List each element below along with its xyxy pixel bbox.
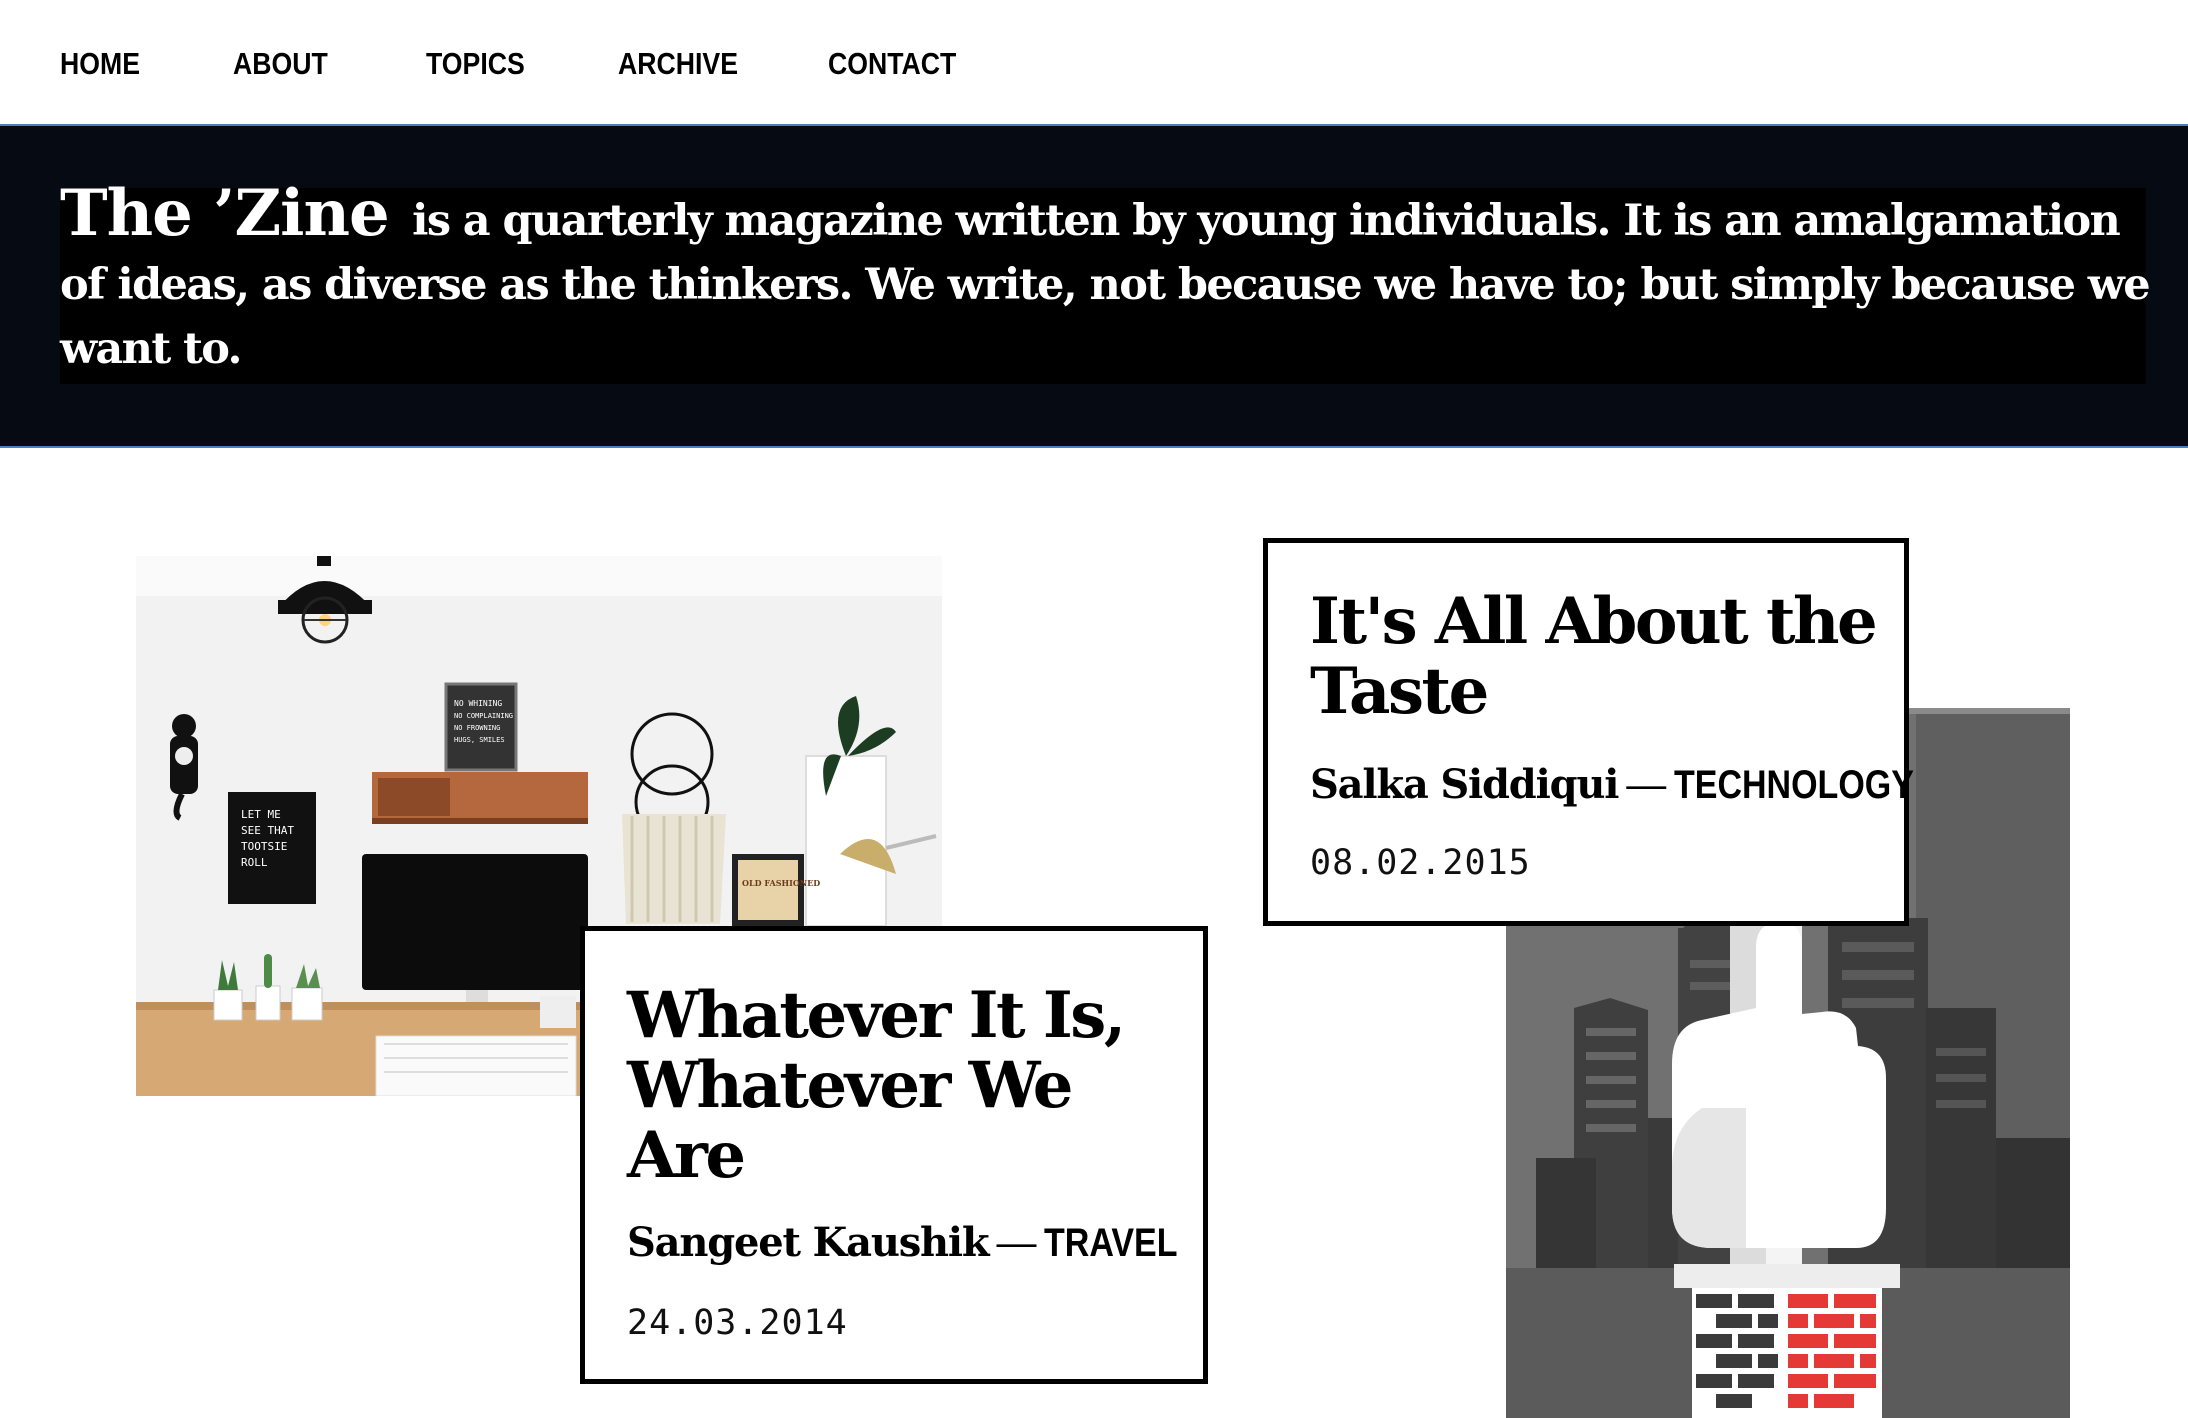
hero-banner: The ’Zine is a quarterly magazine writte… <box>0 124 2188 448</box>
byline-separator: — <box>1626 763 1667 807</box>
article-topic[interactable]: TECHNOLOGY <box>1674 761 1914 809</box>
article-author[interactable]: Salka Siddiqui <box>1310 761 1619 808</box>
article-byline: Salka Siddiqui — TECHNOLOGY <box>1310 761 1956 809</box>
svg-text:TOOTSIE: TOOTSIE <box>241 840 287 853</box>
article-title[interactable]: It's All About the Taste <box>1310 587 1890 727</box>
article-card-whatever[interactable]: Whatever It Is, Whatever We Are Sangeet … <box>580 926 1208 1384</box>
brand-name: The ’Zine <box>60 176 390 251</box>
nav-archive-link[interactable]: ARCHIVE <box>618 44 738 84</box>
svg-text:NO COMPLAINING: NO COMPLAINING <box>454 712 513 720</box>
svg-text:ROLL: ROLL <box>241 856 268 869</box>
article-card-taste[interactable]: It's All About the Taste Salka Siddiqui —… <box>1263 538 1914 926</box>
hero-intro: The ’Zine is a quarterly magazine writte… <box>60 182 2151 381</box>
nav-home-link[interactable]: HOME <box>60 44 140 84</box>
article-byline: Sangeet Kaushik — TRAVEL <box>627 1219 1201 1267</box>
svg-text:NO WHINING: NO WHINING <box>454 699 502 708</box>
byline-separator: — <box>996 1221 1037 1265</box>
article-topic[interactable]: TRAVEL <box>1044 1219 1177 1267</box>
nav-about-link[interactable]: ABOUT <box>233 44 328 84</box>
article-date: 08.02.2015 <box>1310 843 1531 883</box>
svg-text:LET ME: LET ME <box>241 808 281 821</box>
svg-text:SEE THAT: SEE THAT <box>241 824 294 837</box>
svg-text:HUGS, SMILES: HUGS, SMILES <box>454 736 505 744</box>
article-author[interactable]: Sangeet Kaushik <box>627 1219 990 1266</box>
svg-text:OLD FASHIONED: OLD FASHIONED <box>742 878 820 888</box>
nav-contact-link[interactable]: CONTACT <box>828 44 956 84</box>
article-title[interactable]: Whatever It Is, Whatever We Are <box>627 981 1187 1191</box>
top-nav: HOME ABOUT TOPICS ARCHIVE CONTACT <box>0 0 2188 124</box>
nav-topics-link[interactable]: TOPICS <box>426 44 525 84</box>
svg-text:NO FROWNING: NO FROWNING <box>454 724 500 732</box>
article-date: 24.03.2014 <box>627 1303 848 1343</box>
